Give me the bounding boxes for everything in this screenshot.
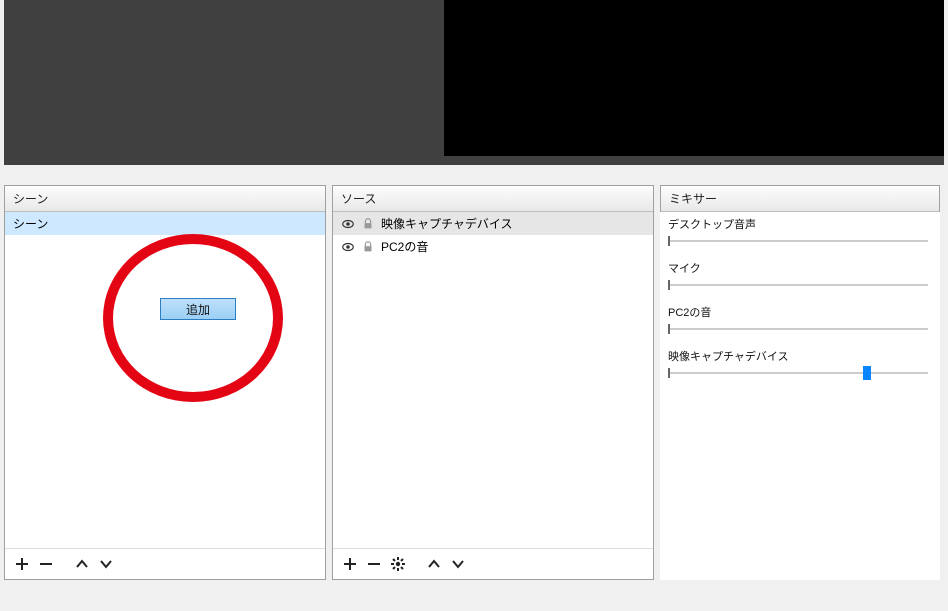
mixer-channel-label: デスクトップ音声: [668, 216, 932, 232]
sources-move-down-button[interactable]: [447, 553, 469, 575]
sources-add-button[interactable]: [339, 553, 361, 575]
scenes-list[interactable]: シーン 追加: [5, 212, 325, 548]
lock-icon[interactable]: [361, 240, 375, 254]
source-item-label: PC2の音: [381, 238, 428, 255]
sources-move-up-button[interactable]: [423, 553, 445, 575]
slider-track: [668, 240, 928, 242]
sources-properties-button[interactable]: [387, 553, 409, 575]
mixer-volume-slider[interactable]: [668, 322, 928, 336]
context-menu-add-label: 追加: [186, 301, 210, 318]
scenes-panel: シーン シーン 追加: [4, 185, 326, 580]
sources-footer: [333, 548, 653, 579]
slider-track: [668, 328, 928, 330]
sources-list[interactable]: 映像キャプチャデバイス PC2の音: [333, 212, 653, 548]
mixer-channel: マイク: [660, 256, 940, 300]
preview-canvas: [444, 0, 944, 156]
mixer-panel-title: ミキサー: [660, 185, 940, 212]
eye-icon[interactable]: [341, 240, 355, 254]
statusbar-area: [0, 593, 948, 611]
context-menu-add[interactable]: 追加: [160, 298, 236, 320]
mixer-channel-label: PC2の音: [668, 304, 932, 320]
source-list-item[interactable]: PC2の音: [333, 235, 653, 258]
gear-icon: [390, 556, 406, 572]
scene-list-item[interactable]: シーン: [5, 212, 325, 235]
preview-area: [4, 0, 944, 165]
slider-track: [668, 372, 928, 374]
scenes-move-up-button[interactable]: [71, 553, 93, 575]
eye-icon[interactable]: [341, 217, 355, 231]
slider-tick: [668, 368, 670, 378]
scenes-remove-button[interactable]: [35, 553, 57, 575]
mixer-volume-slider[interactable]: [668, 366, 928, 380]
mixer-list: デスクトップ音声 マイク PC2の音: [660, 212, 940, 580]
scene-item-label: シーン: [13, 215, 48, 232]
source-list-item[interactable]: 映像キャプチャデバイス: [333, 212, 653, 235]
plus-icon: [14, 556, 30, 572]
sources-remove-button[interactable]: [363, 553, 385, 575]
mixer-channel: デスクトップ音声: [660, 212, 940, 256]
mixer-volume-slider[interactable]: [668, 278, 928, 292]
chevron-up-icon: [426, 556, 442, 572]
source-item-label: 映像キャプチャデバイス: [381, 215, 513, 232]
chevron-down-icon: [98, 556, 114, 572]
mixer-channel-label: マイク: [668, 260, 932, 276]
mixer-channel: 映像キャプチャデバイス: [660, 344, 940, 388]
minus-icon: [366, 556, 382, 572]
slider-tick: [668, 324, 670, 334]
sources-panel: ソース 映像キャプチャデバイス PC2の音: [332, 185, 654, 580]
scenes-add-button[interactable]: [11, 553, 33, 575]
mixer-channel: PC2の音: [660, 300, 940, 344]
slider-track: [668, 284, 928, 286]
lock-icon[interactable]: [361, 217, 375, 231]
slider-tick: [668, 280, 670, 290]
slider-thumb[interactable]: [863, 366, 871, 380]
plus-icon: [342, 556, 358, 572]
chevron-up-icon: [74, 556, 90, 572]
sources-panel-title: ソース: [333, 186, 653, 212]
mixer-volume-slider[interactable]: [668, 234, 928, 248]
scenes-panel-title: シーン: [5, 186, 325, 212]
panels-row: シーン シーン 追加 ソース: [0, 185, 948, 580]
scenes-footer: [5, 548, 325, 579]
mixer-panel: ミキサー デスクトップ音声 マイク PC2の音: [660, 185, 940, 580]
minus-icon: [38, 556, 54, 572]
chevron-down-icon: [450, 556, 466, 572]
scenes-move-down-button[interactable]: [95, 553, 117, 575]
slider-tick: [668, 236, 670, 246]
mixer-channel-label: 映像キャプチャデバイス: [668, 348, 932, 364]
